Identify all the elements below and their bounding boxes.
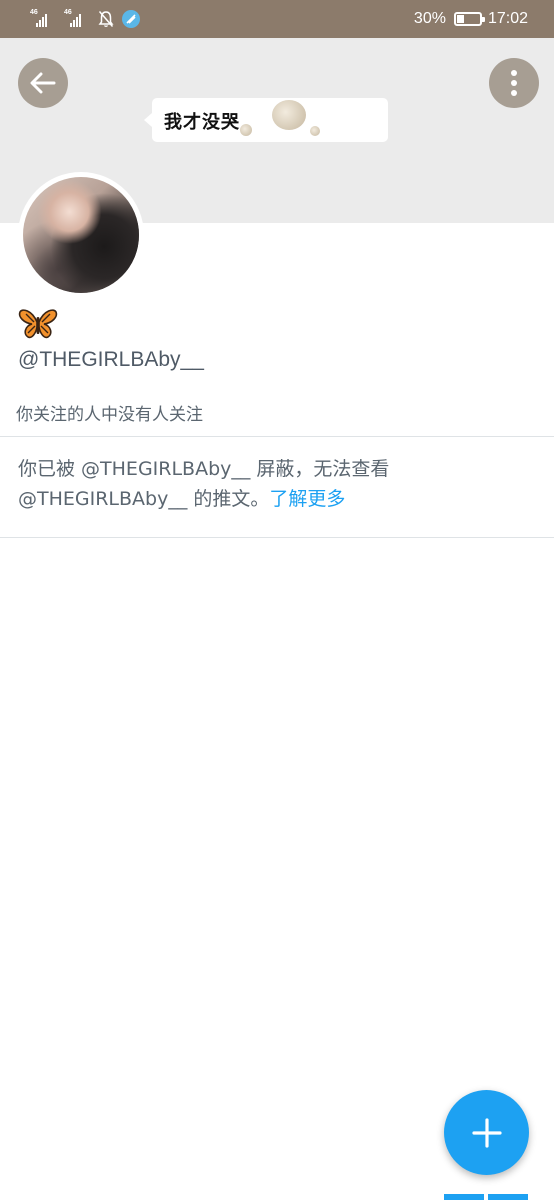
bottom-bar-edge [444, 1194, 484, 1200]
blocked-notice: 你已被 @THEGIRLBAby__ 屏蔽，无法查看 @THEGIRLBAby_… [18, 454, 538, 514]
bottom-bar-edge [488, 1194, 528, 1200]
battery-percent: 30% [413, 10, 446, 27]
battery-icon [453, 12, 485, 26]
back-button[interactable] [18, 58, 68, 108]
divider [0, 537, 554, 538]
blocked-notice-text: @THEGIRLBAby__ 的推文。 [18, 488, 270, 510]
tear-drop-decoration [240, 124, 252, 136]
app-notification-icon [122, 10, 140, 28]
banner-speech-bubble: 我才没哭 [144, 98, 388, 142]
status-right: 30% 17:02 [414, 8, 528, 30]
follow-context-text: 你关注的人中没有人关注 [16, 405, 203, 425]
status-bar: 46 46 30% 17:02 [0, 0, 554, 38]
clock: 17:02 [487, 10, 528, 27]
bell-muted-icon [98, 10, 114, 28]
tear-drop-decoration [310, 126, 320, 136]
more-options-button[interactable] [489, 58, 539, 108]
divider [0, 436, 554, 437]
plus-icon [471, 1117, 502, 1148]
profile-handle: @THEGIRLBAby__ [18, 348, 204, 371]
arrow-left-icon [30, 72, 56, 94]
signal-icon: 46 [30, 9, 56, 29]
signal-icon: 46 [64, 9, 90, 29]
avatar[interactable] [18, 172, 144, 298]
compose-button[interactable] [444, 1090, 529, 1175]
status-left: 46 46 [30, 8, 140, 30]
butterfly-icon [18, 307, 58, 341]
banner-text: 我才没哭 [164, 112, 240, 133]
learn-more-link[interactable]: 了解更多 [269, 488, 345, 510]
blocked-notice-line: 你已被 @THEGIRLBAby__ 屏蔽，无法查看 [18, 458, 390, 480]
tear-drop-decoration [272, 100, 306, 130]
more-vertical-icon [511, 70, 517, 96]
blocked-notice-line2: @THEGIRLBAby__ 的推文。了解更多 [18, 484, 538, 514]
avatar-image [23, 177, 139, 293]
